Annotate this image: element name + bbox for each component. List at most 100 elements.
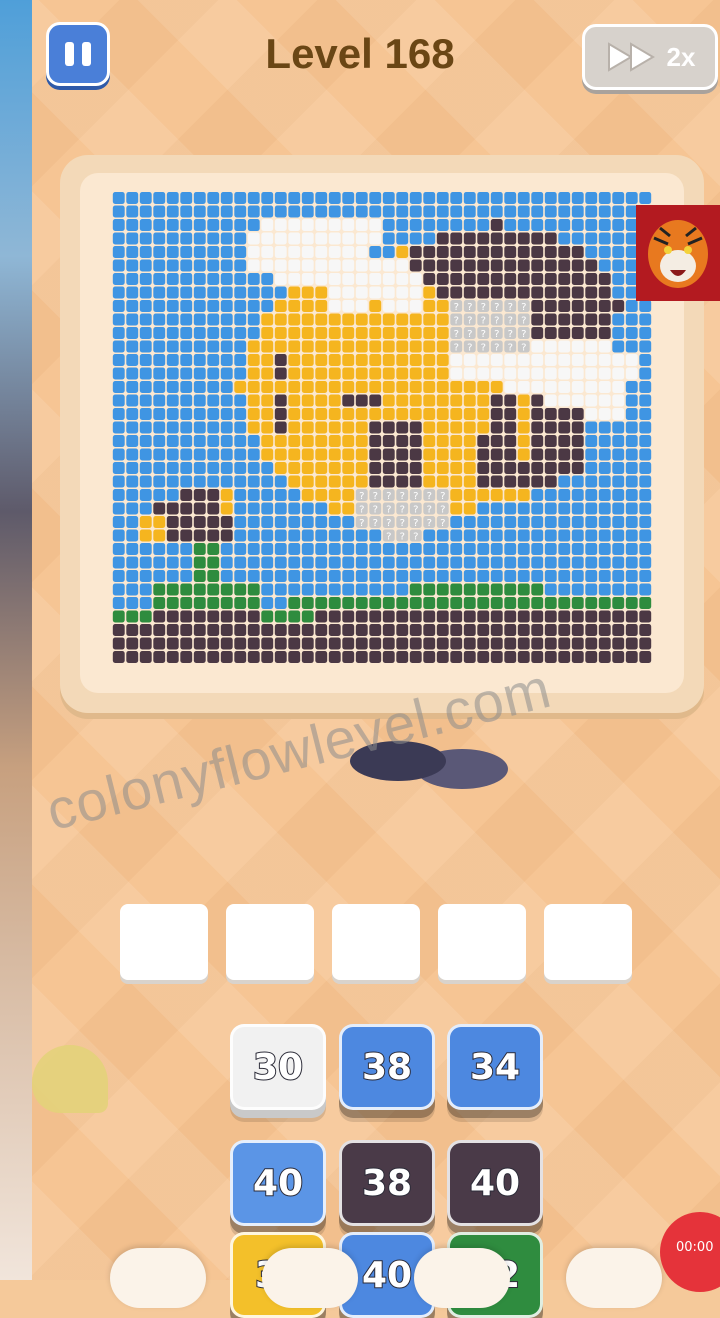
- pixel-cell: [409, 300, 422, 312]
- pixel-cell: [301, 570, 314, 582]
- pixel-cell: [261, 462, 274, 474]
- pixel-cell: [261, 489, 274, 501]
- pixel-cell: [598, 259, 611, 272]
- bottom-button-3[interactable]: [414, 1248, 510, 1308]
- pixel-cell: [153, 421, 166, 434]
- pixel-cell: [625, 651, 638, 663]
- pixel-cell: [625, 624, 638, 636]
- pixel-cell: [180, 286, 193, 299]
- pixel-cell: [288, 475, 301, 488]
- number-tile[interactable]: 30: [230, 1024, 326, 1110]
- number-tile[interactable]: 40: [447, 1140, 543, 1226]
- pixel-cell: [490, 543, 503, 555]
- pixel-cell: [585, 489, 598, 501]
- pixel-cell: [180, 192, 193, 204]
- pixel-cell: [571, 313, 584, 326]
- pixel-cell: [612, 570, 625, 582]
- pixel-cell: [220, 651, 233, 663]
- pixel-cell: [558, 462, 571, 474]
- pixel-cell: [396, 475, 409, 488]
- pixel-cell: [180, 475, 193, 488]
- pixel-cell: [288, 367, 301, 380]
- pixel-cell: [355, 327, 368, 339]
- pixel-cell: [193, 516, 206, 528]
- pixel-cell: [342, 462, 355, 474]
- pixel-cell: [369, 394, 382, 407]
- tile-count: 40: [469, 1162, 521, 1205]
- pixel-cell: [180, 313, 193, 326]
- pixel-cell: [139, 502, 152, 515]
- pixel-cell: [369, 435, 382, 447]
- pixel-cell: [463, 529, 476, 542]
- pixel-cell: [126, 556, 139, 569]
- pixel-cell: [220, 529, 233, 542]
- pixel-cell: [369, 597, 382, 609]
- bottom-button-4[interactable]: [566, 1248, 662, 1308]
- pixel-cell: [409, 435, 422, 447]
- pixel-cell: [301, 408, 314, 420]
- pixel-cell: [531, 408, 544, 420]
- pixel-cell: [396, 327, 409, 339]
- pixel-cell: [234, 205, 247, 218]
- number-tile[interactable]: 40: [230, 1140, 326, 1226]
- pixel-cell: [328, 408, 341, 420]
- pixel-cell: [585, 192, 598, 204]
- pixel-cell: [517, 489, 530, 501]
- pixel-cell: [571, 610, 584, 623]
- pixel-cell: [261, 354, 274, 366]
- pixel-cell: [315, 435, 328, 447]
- pixel-cell: [247, 462, 260, 474]
- tile-count: 40: [252, 1162, 304, 1205]
- pixel-cell: [193, 367, 206, 380]
- pixel-cell: [328, 570, 341, 582]
- pixel-cell: [301, 381, 314, 393]
- pixel-cell: [261, 205, 274, 218]
- bottom-button-2[interactable]: [262, 1248, 358, 1308]
- bottom-button-1[interactable]: [110, 1248, 206, 1308]
- pixel-cell: [382, 300, 395, 312]
- pixel-cell: [544, 421, 557, 434]
- pixel-cell: [342, 597, 355, 609]
- pixel-cell: [220, 273, 233, 285]
- pixel-cell: [193, 556, 206, 569]
- hidden-cell-mark: ?: [440, 518, 445, 529]
- pixel-cell: [220, 259, 233, 272]
- pixel-cell: [477, 583, 490, 596]
- pixel-cell: [315, 610, 328, 623]
- pixel-cell: [436, 219, 449, 231]
- pixel-cell: [342, 651, 355, 663]
- pixel-cell: [328, 273, 341, 285]
- pixel-cell: [571, 651, 584, 663]
- pixel-cell: [342, 475, 355, 488]
- pixel-cell: [328, 421, 341, 434]
- pixel-picture-grid[interactable]: ????????????????????????????????????????…: [112, 190, 652, 665]
- pixel-cell: [220, 610, 233, 623]
- hidden-cell-mark: ?: [508, 329, 513, 340]
- pixel-cell: [396, 354, 409, 366]
- pixel-cell: [504, 516, 517, 528]
- pixel-cell: [342, 205, 355, 218]
- pixel-cell: [463, 259, 476, 272]
- number-tile[interactable]: 38: [339, 1140, 435, 1226]
- pixel-cell: [274, 489, 287, 501]
- speed-toggle-button[interactable]: 2x: [582, 24, 718, 90]
- pixel-cell: [166, 610, 179, 623]
- pixel-cell: [261, 192, 274, 204]
- pixel-cell: [342, 232, 355, 245]
- pixel-cell: [369, 313, 382, 326]
- pixel-cell: [234, 219, 247, 231]
- pixel-cell: [342, 354, 355, 366]
- number-tile[interactable]: 34: [447, 1024, 543, 1110]
- pixel-cell: [315, 273, 328, 285]
- pixel-cell: [598, 408, 611, 420]
- pixel-cell: [490, 448, 503, 461]
- pixel-cell: [409, 408, 422, 420]
- pixel-cell: [288, 273, 301, 285]
- pixel-cell: [274, 651, 287, 663]
- pixel-cell: [220, 300, 233, 312]
- pixel-cell: [288, 421, 301, 434]
- pixel-cell: [207, 246, 220, 258]
- pixel-cell: [382, 462, 395, 474]
- pixel-cell: [247, 408, 260, 420]
- number-tile[interactable]: 38: [339, 1024, 435, 1110]
